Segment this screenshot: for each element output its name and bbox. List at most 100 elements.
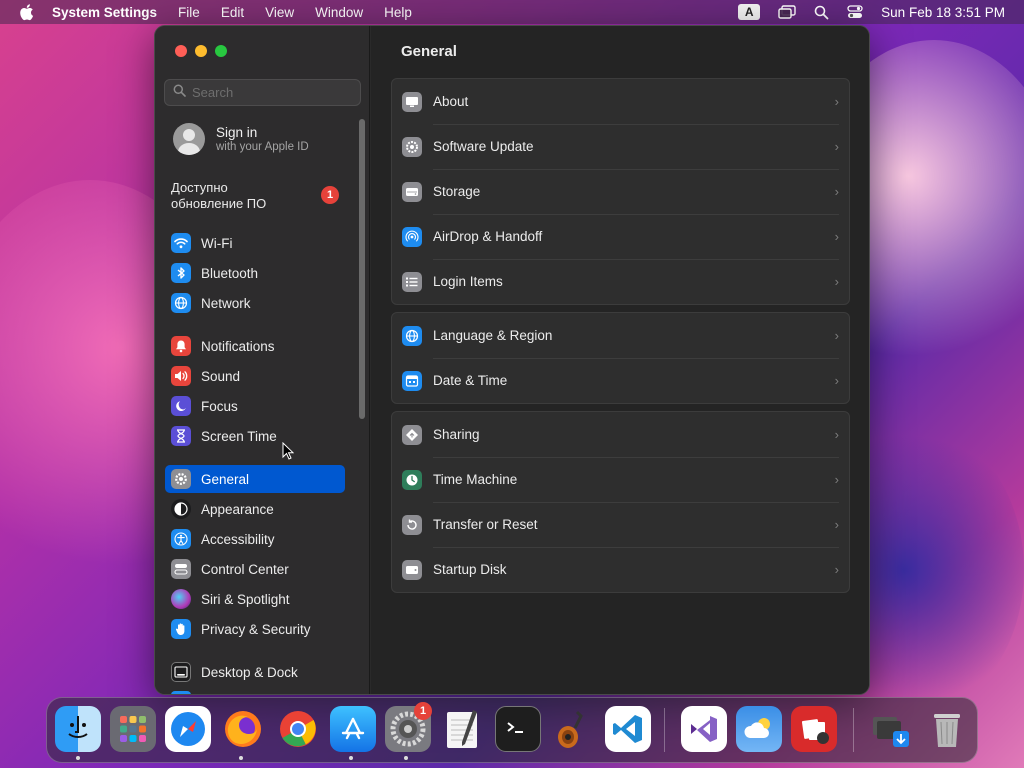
sharing-icon xyxy=(402,424,422,445)
close-window-button[interactable] xyxy=(175,45,187,57)
dock-finder-icon[interactable] xyxy=(55,706,101,752)
sidebar-item-privacy-security[interactable]: Privacy & Security xyxy=(165,615,345,643)
minimize-window-button[interactable] xyxy=(195,45,207,57)
row-label: Transfer or Reset xyxy=(433,517,538,532)
sidebar-item-appearance[interactable]: Appearance xyxy=(165,495,345,523)
dock-visual-studio-icon[interactable] xyxy=(681,706,727,752)
input-source-icon[interactable]: A xyxy=(738,4,761,20)
sidebar-item-label: Focus xyxy=(201,398,238,414)
row-login-items[interactable]: Login Items › xyxy=(392,259,849,304)
sidebar-item-label: Network xyxy=(201,295,251,311)
row-sharing[interactable]: Sharing › xyxy=(392,412,849,457)
dock-terminal-icon[interactable] xyxy=(495,706,541,752)
sidebar-item-label: Wi-Fi xyxy=(201,235,233,251)
speaker-icon xyxy=(171,366,191,386)
sidebar-item-bluetooth[interactable]: Bluetooth xyxy=(165,259,345,287)
search-field[interactable] xyxy=(164,79,361,106)
dock-photo-booth-icon[interactable] xyxy=(791,706,837,752)
sidebar-item-label: Appearance xyxy=(201,501,274,517)
dock-vscode-icon[interactable] xyxy=(605,706,651,752)
dock-separator xyxy=(853,708,854,752)
bell-icon xyxy=(171,336,191,356)
menu-edit[interactable]: Edit xyxy=(221,5,244,20)
dock-weather-icon[interactable] xyxy=(736,706,782,752)
control-center-icon xyxy=(171,559,191,579)
search-icon xyxy=(173,84,186,102)
update-badge: 1 xyxy=(321,186,339,204)
dock-launchpad-icon[interactable] xyxy=(110,706,156,752)
appearance-icon xyxy=(171,499,191,519)
page-title: General xyxy=(401,43,457,60)
chevron-right-icon: › xyxy=(834,139,839,154)
row-transfer-reset[interactable]: Transfer or Reset › xyxy=(392,502,849,547)
bluetooth-icon xyxy=(171,263,191,283)
clock[interactable]: Sun Feb 18 3:51 PM xyxy=(881,5,1005,20)
zoom-window-button[interactable] xyxy=(215,45,227,57)
sidebar-item-notifications[interactable]: Notifications xyxy=(165,332,345,360)
sidebar-item-focus[interactable]: Focus xyxy=(165,392,345,420)
row-label: Language & Region xyxy=(433,328,553,343)
dock-app-store-icon[interactable] xyxy=(330,706,376,752)
row-language-region[interactable]: Language & Region › xyxy=(392,313,849,358)
dock-trash-icon[interactable] xyxy=(924,706,970,752)
sidebar-item-control-center[interactable]: Control Center xyxy=(165,555,345,583)
sidebar-item-sound[interactable]: Sound xyxy=(165,362,345,390)
row-storage[interactable]: Storage › xyxy=(392,169,849,214)
sidebar-item-siri-spotlight[interactable]: Siri & Spotlight xyxy=(165,585,345,613)
menu-window[interactable]: Window xyxy=(315,5,363,20)
search-input[interactable] xyxy=(192,85,352,100)
dock-downloads-stack-icon[interactable] xyxy=(867,706,913,752)
menu-help[interactable]: Help xyxy=(384,5,412,20)
screen-mirroring-icon[interactable] xyxy=(778,5,796,19)
row-software-update[interactable]: Software Update › xyxy=(392,124,849,169)
sidebar-item-label: Siri & Spotlight xyxy=(201,591,290,607)
siri-icon xyxy=(171,589,191,609)
row-about[interactable]: About › xyxy=(392,79,849,124)
spotlight-search-icon[interactable] xyxy=(814,5,829,20)
row-airdrop-handoff[interactable]: AirDrop & Handoff › xyxy=(392,214,849,259)
menu-file[interactable]: File xyxy=(178,5,200,20)
sidebar-item-desktop-dock[interactable]: Desktop & Dock xyxy=(165,658,345,686)
chevron-right-icon: › xyxy=(834,274,839,289)
settings-group-1: About › Software Update › Storage › AirD… xyxy=(391,78,850,305)
dock-chrome-icon[interactable] xyxy=(275,706,321,752)
calendar-icon xyxy=(402,370,422,391)
row-startup-disk[interactable]: Startup Disk › xyxy=(392,547,849,592)
disk-icon xyxy=(402,559,422,580)
apple-menu-icon[interactable] xyxy=(18,3,38,21)
globe-icon xyxy=(171,293,191,313)
menu-view[interactable]: View xyxy=(265,5,294,20)
sidebar-item-wifi[interactable]: Wi-Fi xyxy=(165,229,345,257)
row-label: Sharing xyxy=(433,427,480,442)
menu-app-name[interactable]: System Settings xyxy=(52,5,157,20)
sidebar-item-label: Privacy & Security xyxy=(201,621,311,637)
gear-update-icon xyxy=(402,136,422,157)
sidebar-scrollbar[interactable] xyxy=(359,119,365,419)
sidebar-item-screen-time[interactable]: Screen Time xyxy=(165,422,345,450)
dock-firefox-icon[interactable] xyxy=(220,706,266,752)
chevron-right-icon: › xyxy=(834,427,839,442)
dock-textedit-icon[interactable] xyxy=(440,706,486,752)
globe-icon xyxy=(402,325,422,346)
sidebar-item-general[interactable]: General xyxy=(165,465,345,493)
sidebar-item-network[interactable]: Network xyxy=(165,289,345,317)
sidebar-item-partial xyxy=(171,691,191,694)
row-date-time[interactable]: Date & Time › xyxy=(392,358,849,403)
dock-safari-icon[interactable] xyxy=(165,706,211,752)
dock-icon xyxy=(171,662,191,682)
sidebar-item-accessibility[interactable]: Accessibility xyxy=(165,525,345,553)
menu-bar: System Settings File Edit View Window He… xyxy=(0,0,1024,24)
software-update-notice[interactable]: Доступно обновление ПО xyxy=(171,180,341,212)
row-label: Date & Time xyxy=(433,373,508,388)
dock-garageband-icon[interactable] xyxy=(550,706,596,752)
chevron-right-icon: › xyxy=(834,562,839,577)
airdrop-icon xyxy=(402,226,422,247)
list-icon xyxy=(402,271,422,292)
row-time-machine[interactable]: Time Machine › xyxy=(392,457,849,502)
chevron-right-icon: › xyxy=(834,94,839,109)
control-center-icon[interactable] xyxy=(847,5,863,19)
general-pane: General About › Software Update › Storag… xyxy=(371,26,869,694)
apple-id-sign-in[interactable]: Sign in with your Apple ID xyxy=(173,123,309,155)
finder-running-indicator xyxy=(76,756,80,760)
chevron-right-icon: › xyxy=(834,373,839,388)
